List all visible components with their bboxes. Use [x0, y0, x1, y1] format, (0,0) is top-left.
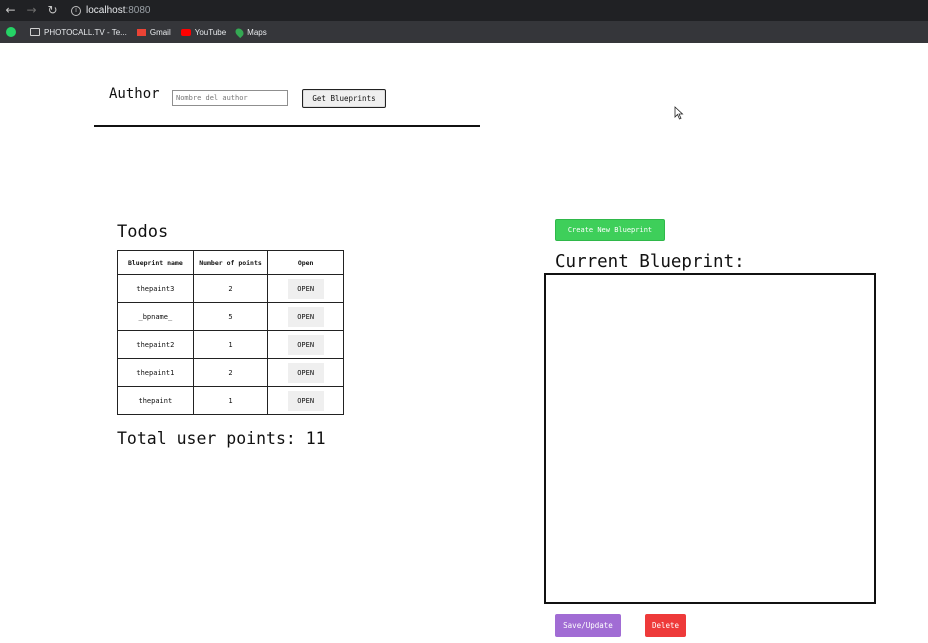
bookmark-label: Gmail	[149, 27, 171, 37]
mouse-cursor-icon	[674, 106, 684, 120]
create-blueprint-button[interactable]: Create New Blueprint	[555, 219, 665, 241]
open-button[interactable]: OPEN	[287, 334, 324, 355]
section-title: Todos	[117, 222, 169, 242]
blueprint-canvas[interactable]	[544, 273, 876, 604]
open-cell: OPEN	[267, 274, 344, 303]
save-update-button[interactable]: Save/Update	[555, 614, 621, 637]
table-row: _bpname_ 5 OPEN	[117, 302, 344, 331]
open-button[interactable]: OPEN	[287, 390, 324, 411]
blueprint-name: thepaint2	[117, 330, 194, 359]
blueprint-name: _bpname_	[117, 302, 194, 331]
maps-icon	[234, 26, 246, 38]
info-icon[interactable]: i	[71, 5, 81, 16]
reload-icon[interactable]: ↻	[42, 0, 63, 21]
bookmark-maps[interactable]: Maps	[234, 26, 267, 38]
bookmark-label: YouTube	[194, 27, 227, 37]
blueprint-name: thepaint3	[117, 274, 194, 303]
open-cell: OPEN	[267, 358, 344, 387]
table-row: thepaint3 2 OPEN	[117, 274, 344, 303]
browser-toolbar: ← → ↻ i localhost :8080	[0, 0, 928, 21]
address-bar[interactable]: i localhost :8080	[71, 5, 151, 16]
bookmarks-bar: PHOTOCALL.TV - Te... Gmail YouTube Maps	[0, 21, 928, 43]
column-header-points: Number of points	[192, 250, 269, 275]
open-cell: OPEN	[267, 386, 344, 415]
open-cell: OPEN	[267, 330, 344, 359]
blueprint-points: 2	[192, 358, 269, 387]
divider	[94, 125, 480, 127]
blueprint-points: 1	[192, 330, 269, 359]
total-user-points: Total user points: 11	[117, 429, 326, 448]
delete-button[interactable]: Delete	[645, 614, 686, 637]
open-button[interactable]: OPEN	[287, 306, 324, 327]
blueprint-points: 1	[192, 386, 269, 415]
open-cell: OPEN	[267, 302, 344, 331]
bookmark-label: PHOTOCALL.TV - Te...	[44, 27, 127, 37]
folder-icon	[30, 28, 40, 36]
current-blueprint-title: Current Blueprint:	[555, 252, 745, 272]
bookmark-photocall[interactable]: PHOTOCALL.TV - Te...	[30, 28, 127, 37]
gmail-icon	[136, 28, 146, 36]
column-header-open: Open	[267, 250, 344, 275]
blueprint-name: thepaint	[117, 386, 194, 415]
author-label: Author	[109, 86, 160, 102]
get-blueprints-button[interactable]: Get Blueprints	[302, 89, 386, 108]
youtube-icon	[180, 28, 191, 36]
blueprint-points: 5	[192, 302, 269, 331]
open-button[interactable]: OPEN	[287, 362, 324, 383]
table-row: thepaint2 1 OPEN	[117, 330, 344, 359]
blueprints-table: Blueprint name Number of points Open the…	[117, 250, 344, 415]
blueprint-points: 2	[192, 274, 269, 303]
forward-arrow-icon[interactable]: →	[21, 0, 42, 21]
table-header-row: Blueprint name Number of points Open	[117, 250, 344, 275]
bookmark-gmail[interactable]: Gmail	[136, 27, 171, 37]
back-arrow-icon[interactable]: ←	[0, 0, 21, 21]
bookmark-whatsapp[interactable]	[6, 27, 20, 37]
url-port: :8080	[125, 5, 151, 16]
url-host: localhost	[86, 5, 126, 16]
column-header-name: Blueprint name	[117, 250, 194, 275]
bookmark-label: Maps	[247, 27, 267, 37]
whatsapp-icon	[6, 27, 16, 37]
open-button[interactable]: OPEN	[287, 278, 324, 299]
table-row: thepaint1 2 OPEN	[117, 358, 344, 387]
blueprint-name: thepaint1	[117, 358, 194, 387]
author-input[interactable]	[172, 90, 288, 106]
table-row: thepaint 1 OPEN	[117, 386, 344, 415]
bookmark-youtube[interactable]: YouTube	[180, 27, 227, 37]
